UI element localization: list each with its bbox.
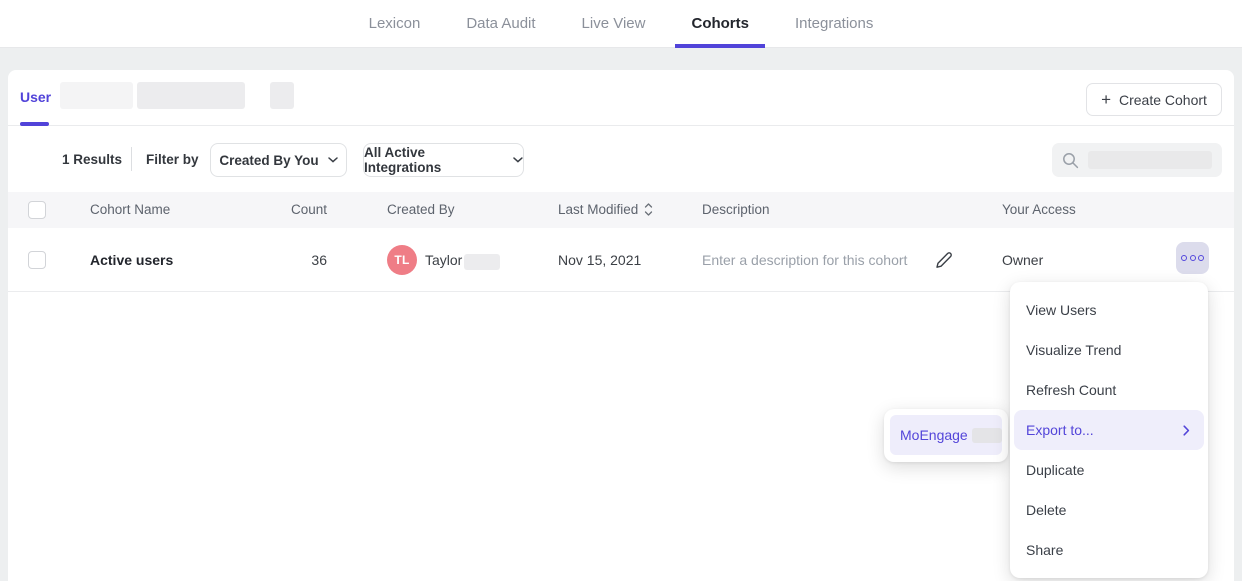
last-modified-cell: Nov 15, 2021 — [558, 252, 641, 268]
redacted-search-query — [1088, 151, 1212, 169]
integrations-dropdown[interactable]: All Active Integrations — [363, 143, 524, 177]
access-cell: Owner — [1002, 252, 1043, 268]
chevron-down-icon — [513, 157, 523, 163]
created-by-cell: Taylor — [425, 252, 462, 268]
integrations-dropdown-label: All Active Integrations — [364, 145, 504, 175]
header-description: Description — [702, 202, 770, 217]
created-by-dropdown[interactable]: Created By You — [210, 143, 347, 177]
dot-icon — [1190, 255, 1196, 261]
active-tab-underline — [20, 122, 49, 126]
redacted-block — [972, 428, 1002, 443]
tab-cohorts[interactable]: Cohorts — [691, 0, 749, 48]
cohort-name-cell[interactable]: Active users — [90, 252, 173, 268]
description-field[interactable]: Enter a description for this cohort — [702, 252, 907, 268]
menu-item-export-to-label: Export to... — [1026, 422, 1094, 438]
header-your-access: Your Access — [1002, 202, 1076, 217]
create-cohort-label: Create Cohort — [1119, 92, 1207, 108]
created-by-dropdown-label: Created By You — [219, 153, 318, 168]
menu-item-view-users[interactable]: View Users — [1010, 290, 1208, 330]
tab-user-cohorts[interactable]: User — [20, 89, 51, 105]
redacted-block — [270, 82, 294, 109]
export-submenu: MoEngage — [884, 409, 1008, 462]
row-context-menu: View Users Visualize Trend Refresh Count… — [1010, 282, 1208, 578]
menu-item-visualize-trend[interactable]: Visualize Trend — [1010, 330, 1208, 370]
select-all-checkbox[interactable] — [28, 201, 46, 219]
header-last-modified[interactable]: Last Modified — [558, 202, 653, 217]
search-icon — [1062, 152, 1079, 169]
header-count: Count — [238, 202, 327, 217]
nav-tabs: Lexicon Data Audit Live View Cohorts Int… — [0, 0, 1242, 48]
menu-item-duplicate[interactable]: Duplicate — [1010, 450, 1208, 490]
row-checkbox[interactable] — [28, 251, 46, 269]
menu-item-refresh-count[interactable]: Refresh Count — [1010, 370, 1208, 410]
header-created-by: Created By — [387, 202, 455, 217]
count-cell: 36 — [238, 252, 327, 268]
results-count: 1 Results — [62, 152, 122, 167]
tab-integrations[interactable]: Integrations — [795, 0, 873, 48]
chevron-down-icon — [328, 157, 338, 163]
plus-icon: + — [1101, 91, 1111, 108]
submenu-item-moengage[interactable]: MoEngage — [890, 415, 1002, 455]
create-cohort-button[interactable]: + Create Cohort — [1086, 83, 1222, 116]
dot-icon — [1198, 255, 1204, 261]
tab-lexicon[interactable]: Lexicon — [369, 0, 421, 48]
redacted-last-name — [464, 254, 500, 270]
divider — [131, 147, 132, 171]
dot-icon — [1181, 255, 1187, 261]
submenu-item-label: MoEngage — [900, 427, 968, 443]
redacted-block — [60, 82, 133, 109]
search-input[interactable] — [1052, 143, 1222, 177]
edit-description-icon[interactable] — [933, 250, 954, 276]
menu-item-export-to[interactable]: Export to... — [1014, 410, 1204, 450]
menu-item-share[interactable]: Share — [1010, 530, 1208, 570]
filter-by-label: Filter by — [146, 152, 199, 167]
tab-data-audit[interactable]: Data Audit — [466, 0, 535, 48]
row-actions-button[interactable] — [1176, 242, 1209, 274]
chevron-right-icon — [1183, 425, 1190, 436]
avatar: TL — [387, 245, 417, 275]
header-last-modified-label: Last Modified — [558, 202, 638, 217]
tab-live-view[interactable]: Live View — [582, 0, 646, 48]
header-cohort-name: Cohort Name — [90, 202, 170, 217]
top-navigation: Lexicon Data Audit Live View Cohorts Int… — [0, 0, 1242, 48]
sort-icon[interactable] — [644, 203, 653, 216]
menu-item-delete[interactable]: Delete — [1010, 490, 1208, 530]
redacted-block — [137, 82, 245, 109]
